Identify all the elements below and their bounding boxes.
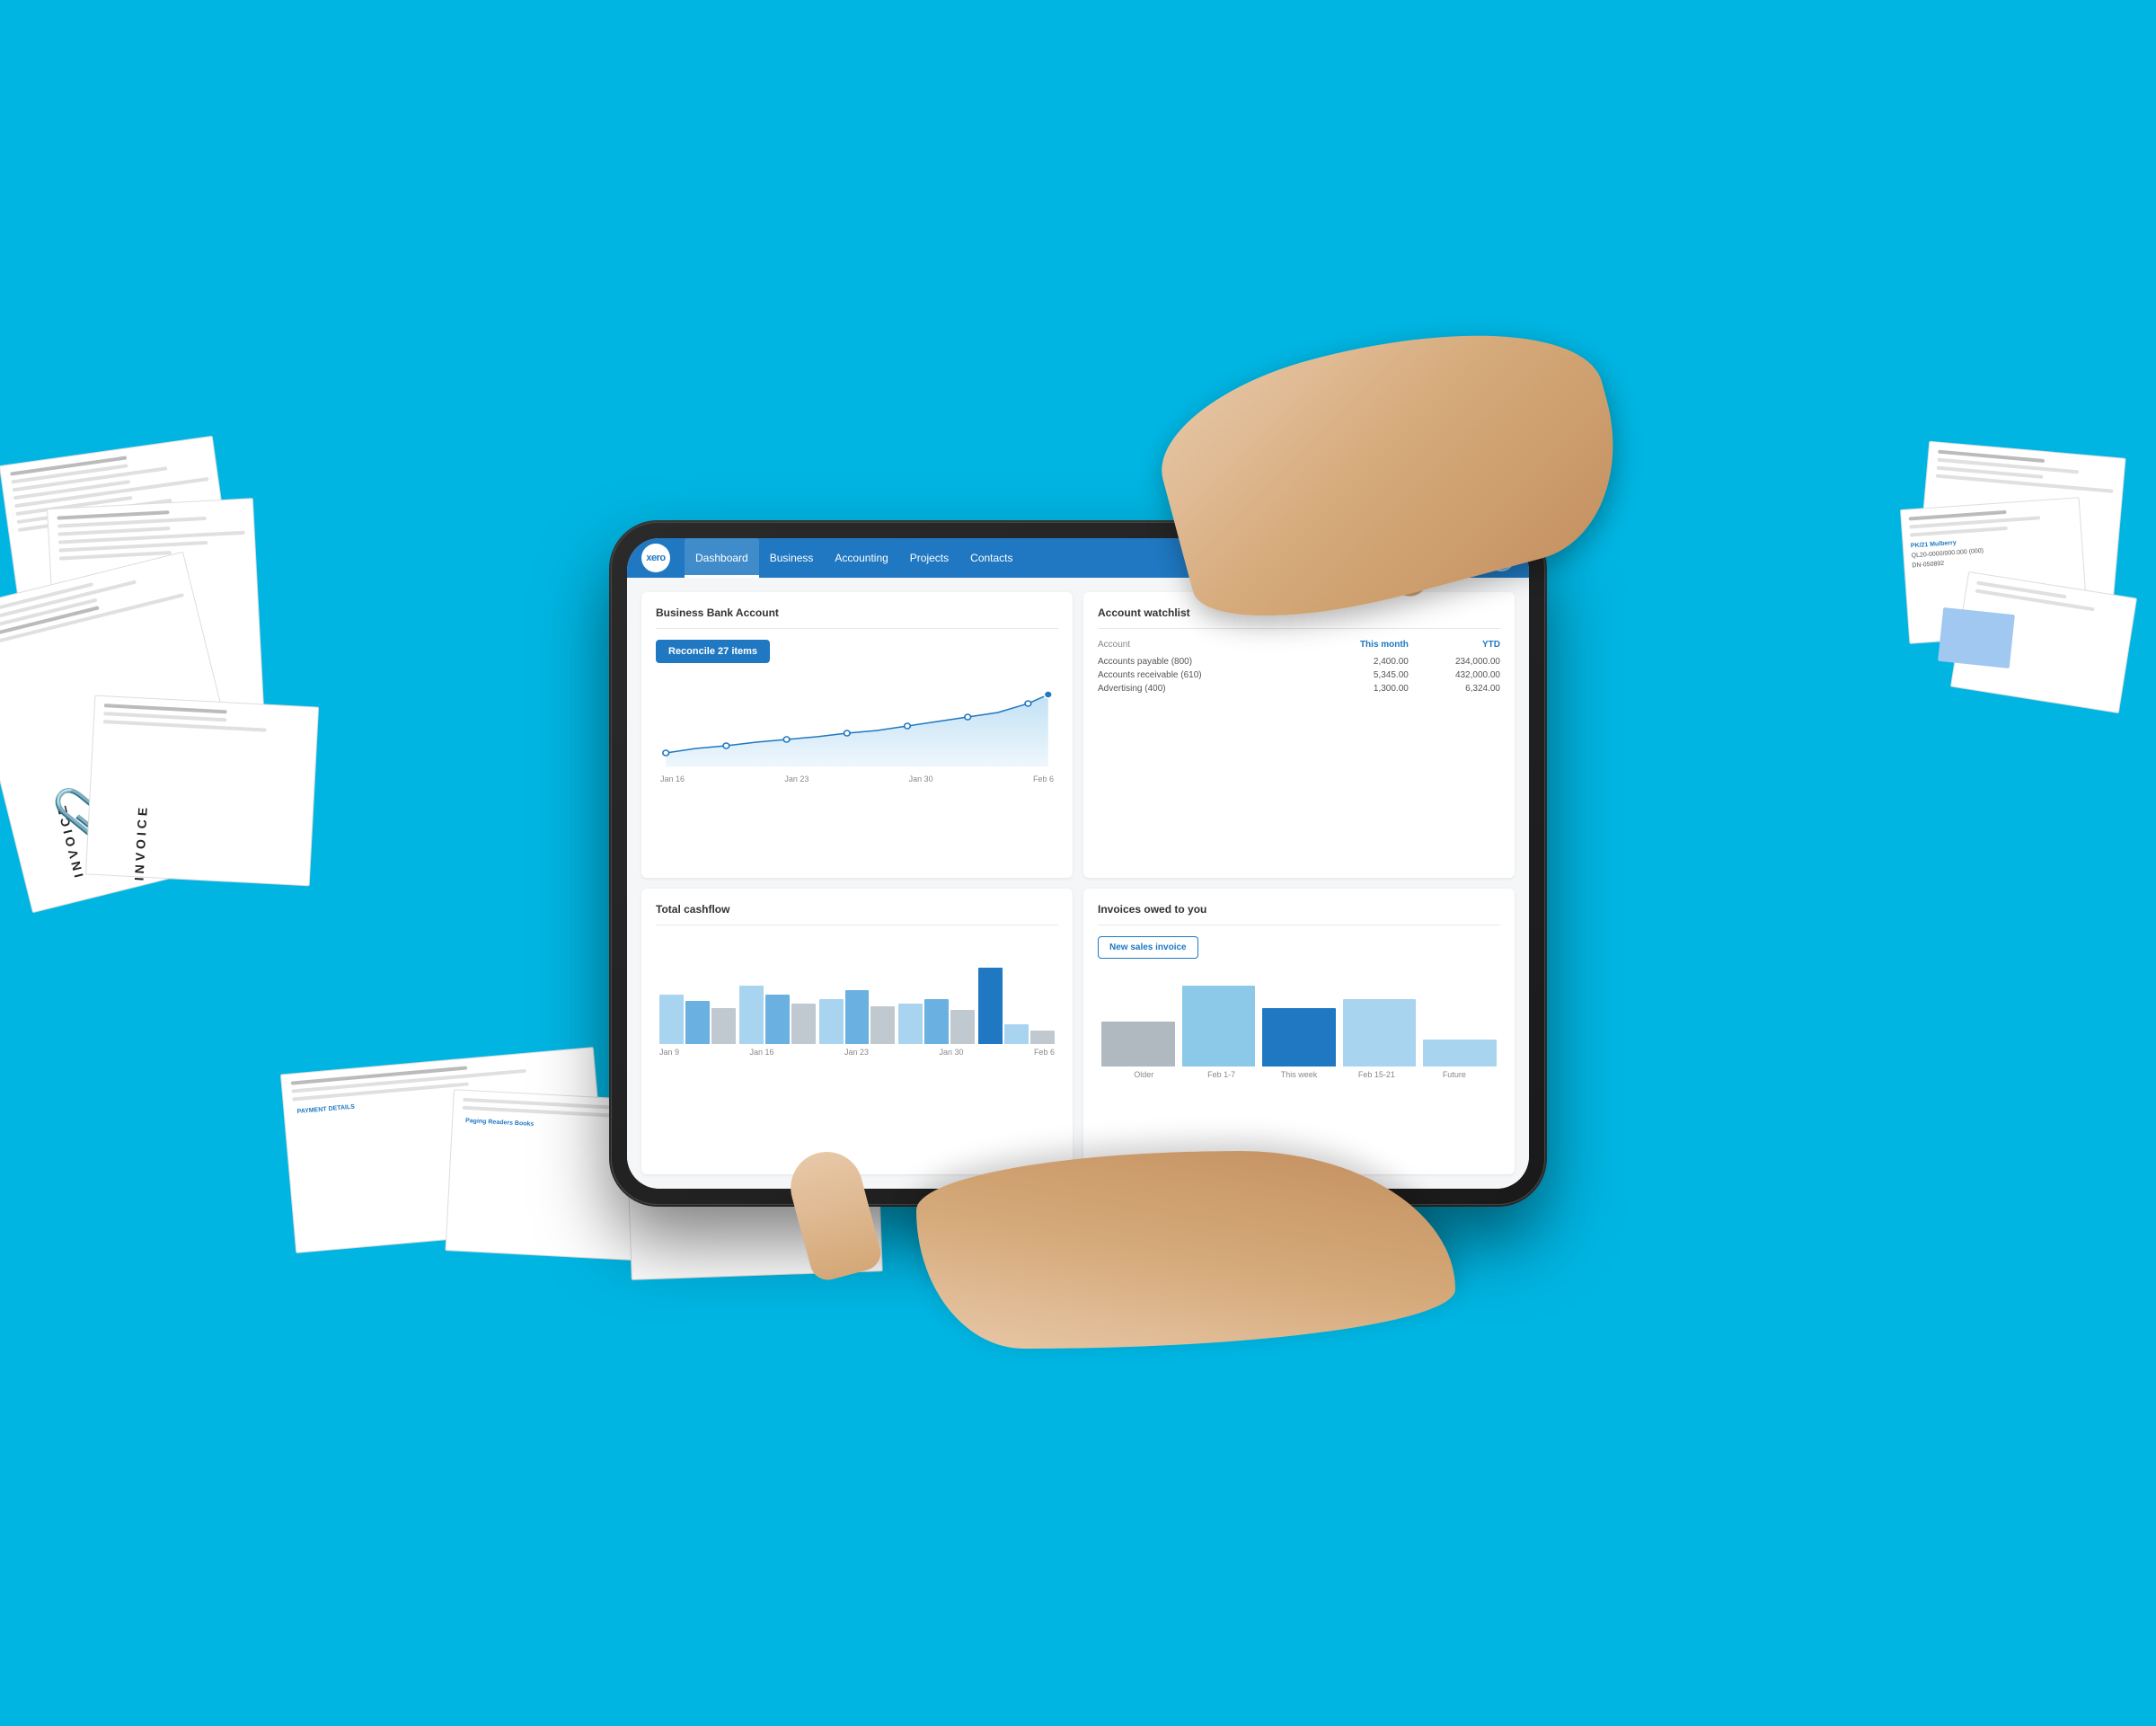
account-month-1: 5,345.00 <box>1310 668 1409 682</box>
bar-group-jan30 <box>898 999 975 1044</box>
bar-jan23-2 <box>845 990 870 1044</box>
reconcile-button[interactable]: Reconcile 27 items <box>656 640 770 663</box>
watchlist-table: Account This month YTD Accounts payable … <box>1098 640 1500 695</box>
inv-bar-feb1 <box>1182 986 1256 1067</box>
hand-bottom <box>916 1151 1455 1349</box>
nav-item-dashboard[interactable]: Dashboard <box>685 538 759 578</box>
bar-group-jan9 <box>659 995 736 1044</box>
bar-group-jan23 <box>819 990 896 1044</box>
inv-bar-thisweek-bar <box>1262 1008 1336 1067</box>
bar-jan16-1 <box>739 986 764 1044</box>
bank-account-card: Business Bank Account Reconcile 27 items <box>641 592 1073 878</box>
bank-account-title: Business Bank Account <box>656 606 1058 619</box>
inv-bar-feb1-bar <box>1182 986 1256 1067</box>
bank-chart-x-labels: Jan 16 Jan 23 Jan 30 Feb 6 <box>656 774 1058 783</box>
table-row: Accounts receivable (610) 5,345.00 432,0… <box>1098 668 1500 682</box>
account-ytd-0: 234,000.00 <box>1409 655 1500 668</box>
inv-bar-older-bar <box>1101 1022 1175 1067</box>
x-label-jan23: Jan 23 <box>784 774 808 783</box>
inv-bar-future <box>1423 1040 1497 1067</box>
x-label-feb6: Feb 6 <box>1033 774 1054 783</box>
tablet-screen: xero Dashboard Business Accounting Proje… <box>627 538 1529 1189</box>
inv-bar-older <box>1101 1022 1175 1067</box>
bar-jan30-1 <box>898 1004 923 1044</box>
bar-jan9-3 <box>711 1008 736 1044</box>
watchlist-card: Account watchlist Account This month YTD <box>1083 592 1515 878</box>
bar-jan9-2 <box>685 1001 710 1044</box>
bar-jan23-1 <box>819 999 844 1044</box>
xero-logo-text: xero <box>646 553 665 563</box>
nav-item-accounting[interactable]: Accounting <box>824 538 898 578</box>
account-ytd-1: 432,000.00 <box>1409 668 1500 682</box>
account-ytd-2: 6,324.00 <box>1409 682 1500 695</box>
cashflow-label-0: Jan 9 <box>659 1048 679 1057</box>
col-this-month: This month <box>1310 640 1409 655</box>
xero-logo[interactable]: xero <box>641 544 670 572</box>
invoices-title: Invoices owed to you <box>1098 903 1500 916</box>
nav-item-projects[interactable]: Projects <box>899 538 959 578</box>
nav-item-business[interactable]: Business <box>759 538 825 578</box>
bank-account-divider <box>656 628 1058 629</box>
invoice-bar-chart <box>1098 968 1500 1067</box>
col-account: Account <box>1098 640 1310 655</box>
invoice-x-labels: Older Feb 1-7 This week Feb 15-21 Future <box>1098 1070 1500 1079</box>
bar-jan9-1 <box>659 995 684 1044</box>
account-name-0: Accounts payable (800) <box>1098 655 1310 668</box>
x-label-jan30: Jan 30 <box>909 774 933 783</box>
cashflow-card: Total cashflow <box>641 889 1073 1174</box>
tablet-device: xero Dashboard Business Accounting Proje… <box>611 522 1545 1205</box>
bar-jan16-3 <box>791 1004 816 1044</box>
inv-label-feb15: Feb 15-21 <box>1338 1070 1415 1079</box>
cashflow-bar-chart <box>656 936 1058 1044</box>
inv-bar-feb15-bar <box>1343 999 1417 1067</box>
inv-label-feb1: Feb 1-7 <box>1182 1070 1259 1079</box>
bar-group-jan16 <box>739 986 816 1044</box>
inv-label-future: Future <box>1416 1070 1493 1079</box>
cashflow-label-1: Jan 16 <box>749 1048 773 1057</box>
line-chart-svg <box>656 672 1058 771</box>
bar-group-feb6 <box>978 968 1055 1044</box>
invoices-card: Invoices owed to you New sales invoice <box>1083 889 1515 1174</box>
bar-feb6-3 <box>1030 1031 1055 1044</box>
inv-label-thisweek: This week <box>1260 1070 1338 1079</box>
bar-feb6-2 <box>1004 1024 1029 1044</box>
x-label-jan16: Jan 16 <box>660 774 685 783</box>
cashflow-label-2: Jan 23 <box>844 1048 869 1057</box>
inv-bar-future-bar <box>1423 1040 1497 1067</box>
inv-label-older: Older <box>1105 1070 1182 1079</box>
bar-feb6-1 <box>978 968 1003 1044</box>
account-name-1: Accounts receivable (610) <box>1098 668 1310 682</box>
inv-bar-feb15 <box>1343 999 1417 1067</box>
nav-item-contacts[interactable]: Contacts <box>959 538 1023 578</box>
bar-jan16-2 <box>765 995 790 1044</box>
col-ytd: YTD <box>1409 640 1500 655</box>
tablet-outer: xero Dashboard Business Accounting Proje… <box>611 522 1545 1205</box>
cashflow-label-3: Jan 30 <box>939 1048 963 1057</box>
cashflow-label-4: Feb 6 <box>1034 1048 1055 1057</box>
inv-bar-thisweek <box>1262 1008 1336 1067</box>
bar-jan30-2 <box>924 999 949 1044</box>
bar-jan23-3 <box>870 1006 895 1044</box>
line-chart <box>656 672 1058 771</box>
cashflow-title: Total cashflow <box>656 903 1058 916</box>
watchlist-divider <box>1098 628 1500 629</box>
account-name-2: Advertising (400) <box>1098 682 1310 695</box>
cashflow-x-labels: Jan 9 Jan 16 Jan 23 Jan 30 Feb 6 <box>656 1048 1058 1057</box>
dashboard-grid: Business Bank Account Reconcile 27 items <box>627 578 1529 1189</box>
table-row: Advertising (400) 1,300.00 6,324.00 <box>1098 682 1500 695</box>
account-month-0: 2,400.00 <box>1310 655 1409 668</box>
bar-jan30-3 <box>950 1010 975 1044</box>
table-row: Accounts payable (800) 2,400.00 234,000.… <box>1098 655 1500 668</box>
new-invoice-button[interactable]: New sales invoice <box>1098 936 1198 959</box>
account-month-2: 1,300.00 <box>1310 682 1409 695</box>
